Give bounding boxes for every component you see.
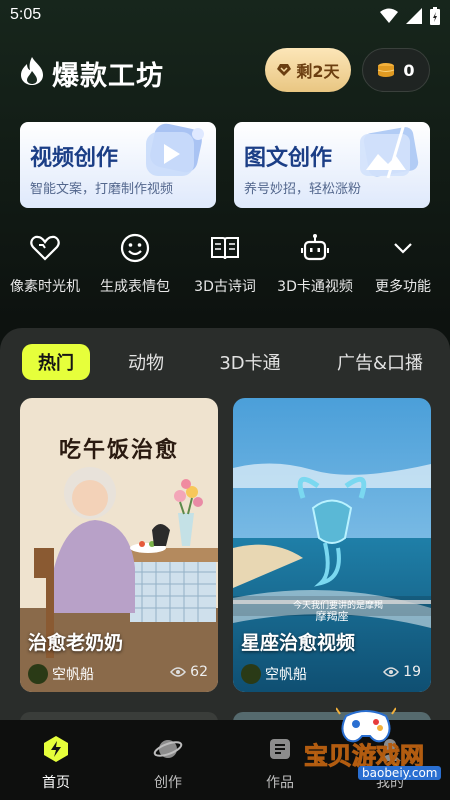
view-count-value: 62 <box>190 664 208 680</box>
shortcut-label: 3D卡通视频 <box>277 279 353 295</box>
image-text-creation-card[interactable]: 图文创作 养号妙招，轻松涨粉 <box>234 122 430 208</box>
diamond-heart-icon <box>277 64 292 76</box>
status-bar: 5:05 <box>0 0 450 32</box>
nav-create[interactable]: 创作 <box>128 734 208 792</box>
app-title: 爆款工坊 <box>52 61 164 92</box>
feature-shortcuts: 像素时光机 生成表情包 3D古诗词 3D卡通视频 更多功能 <box>0 232 450 302</box>
view-count-value: 19 <box>403 664 421 680</box>
video-creation-card[interactable]: 视频创作 智能文案，打磨制作视频 <box>20 122 216 208</box>
watermark-url: baobeiy.com <box>358 766 442 780</box>
chevron-down-icon <box>394 243 412 254</box>
works-icon <box>270 739 290 759</box>
status-icons <box>380 7 440 25</box>
coin-balance-button[interactable]: 0 <box>362 48 430 92</box>
video-author[interactable]: 空帆船 <box>265 664 307 684</box>
robot-icon <box>301 234 329 261</box>
avatar <box>28 664 48 684</box>
shortcut-generate-sticker[interactable]: 生成表情包 <box>90 232 180 296</box>
app-header: 爆款工坊 剩2天 0 <box>0 44 450 100</box>
shortcut-label: 像素时光机 <box>10 279 80 295</box>
battery-icon <box>430 7 440 25</box>
thumbnail-subtitle: 今天我们要讲的是摩羯 <box>293 601 384 611</box>
nav-home[interactable]: 首页 <box>16 734 96 792</box>
shortcut-more-features[interactable]: 更多功能 <box>358 232 448 296</box>
category-tabs: 热门 动物 3D卡通 广告&口播 <box>0 344 450 384</box>
eye-icon <box>170 667 187 677</box>
video-title: 星座治愈视频 <box>241 632 356 654</box>
eye-icon <box>383 667 400 677</box>
vip-remaining-button[interactable]: 剩2天 <box>265 48 351 92</box>
tab-hot[interactable]: 热门 <box>22 344 90 380</box>
coin-count: 0 <box>403 60 415 80</box>
shortcut-label: 生成表情包 <box>100 279 170 295</box>
watermark: 宝贝游戏网 baobeiy.com <box>296 706 450 790</box>
video-creation-title: 视频创作 <box>30 146 119 171</box>
avatar <box>241 664 261 684</box>
coin-stack-icon <box>378 63 395 77</box>
shortcut-label: 3D古诗词 <box>194 279 256 295</box>
book-icon <box>211 237 239 260</box>
lightning-home-icon <box>44 736 68 762</box>
tab-ads-voiceover[interactable]: 广告&口播 <box>322 344 438 380</box>
vip-remaining-label: 剩2天 <box>296 62 340 81</box>
tab-animals[interactable]: 动物 <box>112 344 180 380</box>
planet-icon <box>153 740 183 758</box>
video-creation-subtitle: 智能文案，打磨制作视频 <box>30 182 174 197</box>
smiley-icon <box>120 233 150 263</box>
video-title: 治愈老奶奶 <box>28 632 124 654</box>
flame-logo-icon <box>21 57 43 85</box>
heart-pixel-icon <box>30 235 60 261</box>
video-author[interactable]: 空帆船 <box>52 664 94 684</box>
tab-3d-cartoon[interactable]: 3D卡通 <box>202 344 298 380</box>
thumbnail-caption: 吃午饭治愈 <box>58 438 179 463</box>
nav-label: 创作 <box>154 775 182 791</box>
shortcut-pixel-time-machine[interactable]: 像素时光机 <box>0 232 90 296</box>
view-count: 62 <box>170 664 208 680</box>
wifi-icon <box>380 8 398 23</box>
video-play-3d-icon <box>146 123 204 176</box>
status-time: 5:05 <box>10 6 42 23</box>
view-count: 19 <box>383 664 421 680</box>
shortcut-label: 更多功能 <box>375 279 431 295</box>
signal-icon <box>406 8 422 24</box>
image-text-creation-title: 图文创作 <box>244 146 333 171</box>
image-3d-icon <box>360 123 419 179</box>
shortcut-3d-cartoon-video[interactable]: 3D卡通视频 <box>270 232 360 296</box>
image-text-creation-subtitle: 养号妙招，轻松涨粉 <box>244 182 362 197</box>
nav-label: 首页 <box>42 775 70 791</box>
shortcut-3d-poetry[interactable]: 3D古诗词 <box>180 232 270 296</box>
video-card[interactable]: 吃午饭治愈 治愈老奶奶 空帆船 62 <box>20 398 218 692</box>
video-card[interactable]: 摩羯座 今天我们要讲的是摩羯 星座治愈视频 空帆船 19 <box>233 398 431 692</box>
